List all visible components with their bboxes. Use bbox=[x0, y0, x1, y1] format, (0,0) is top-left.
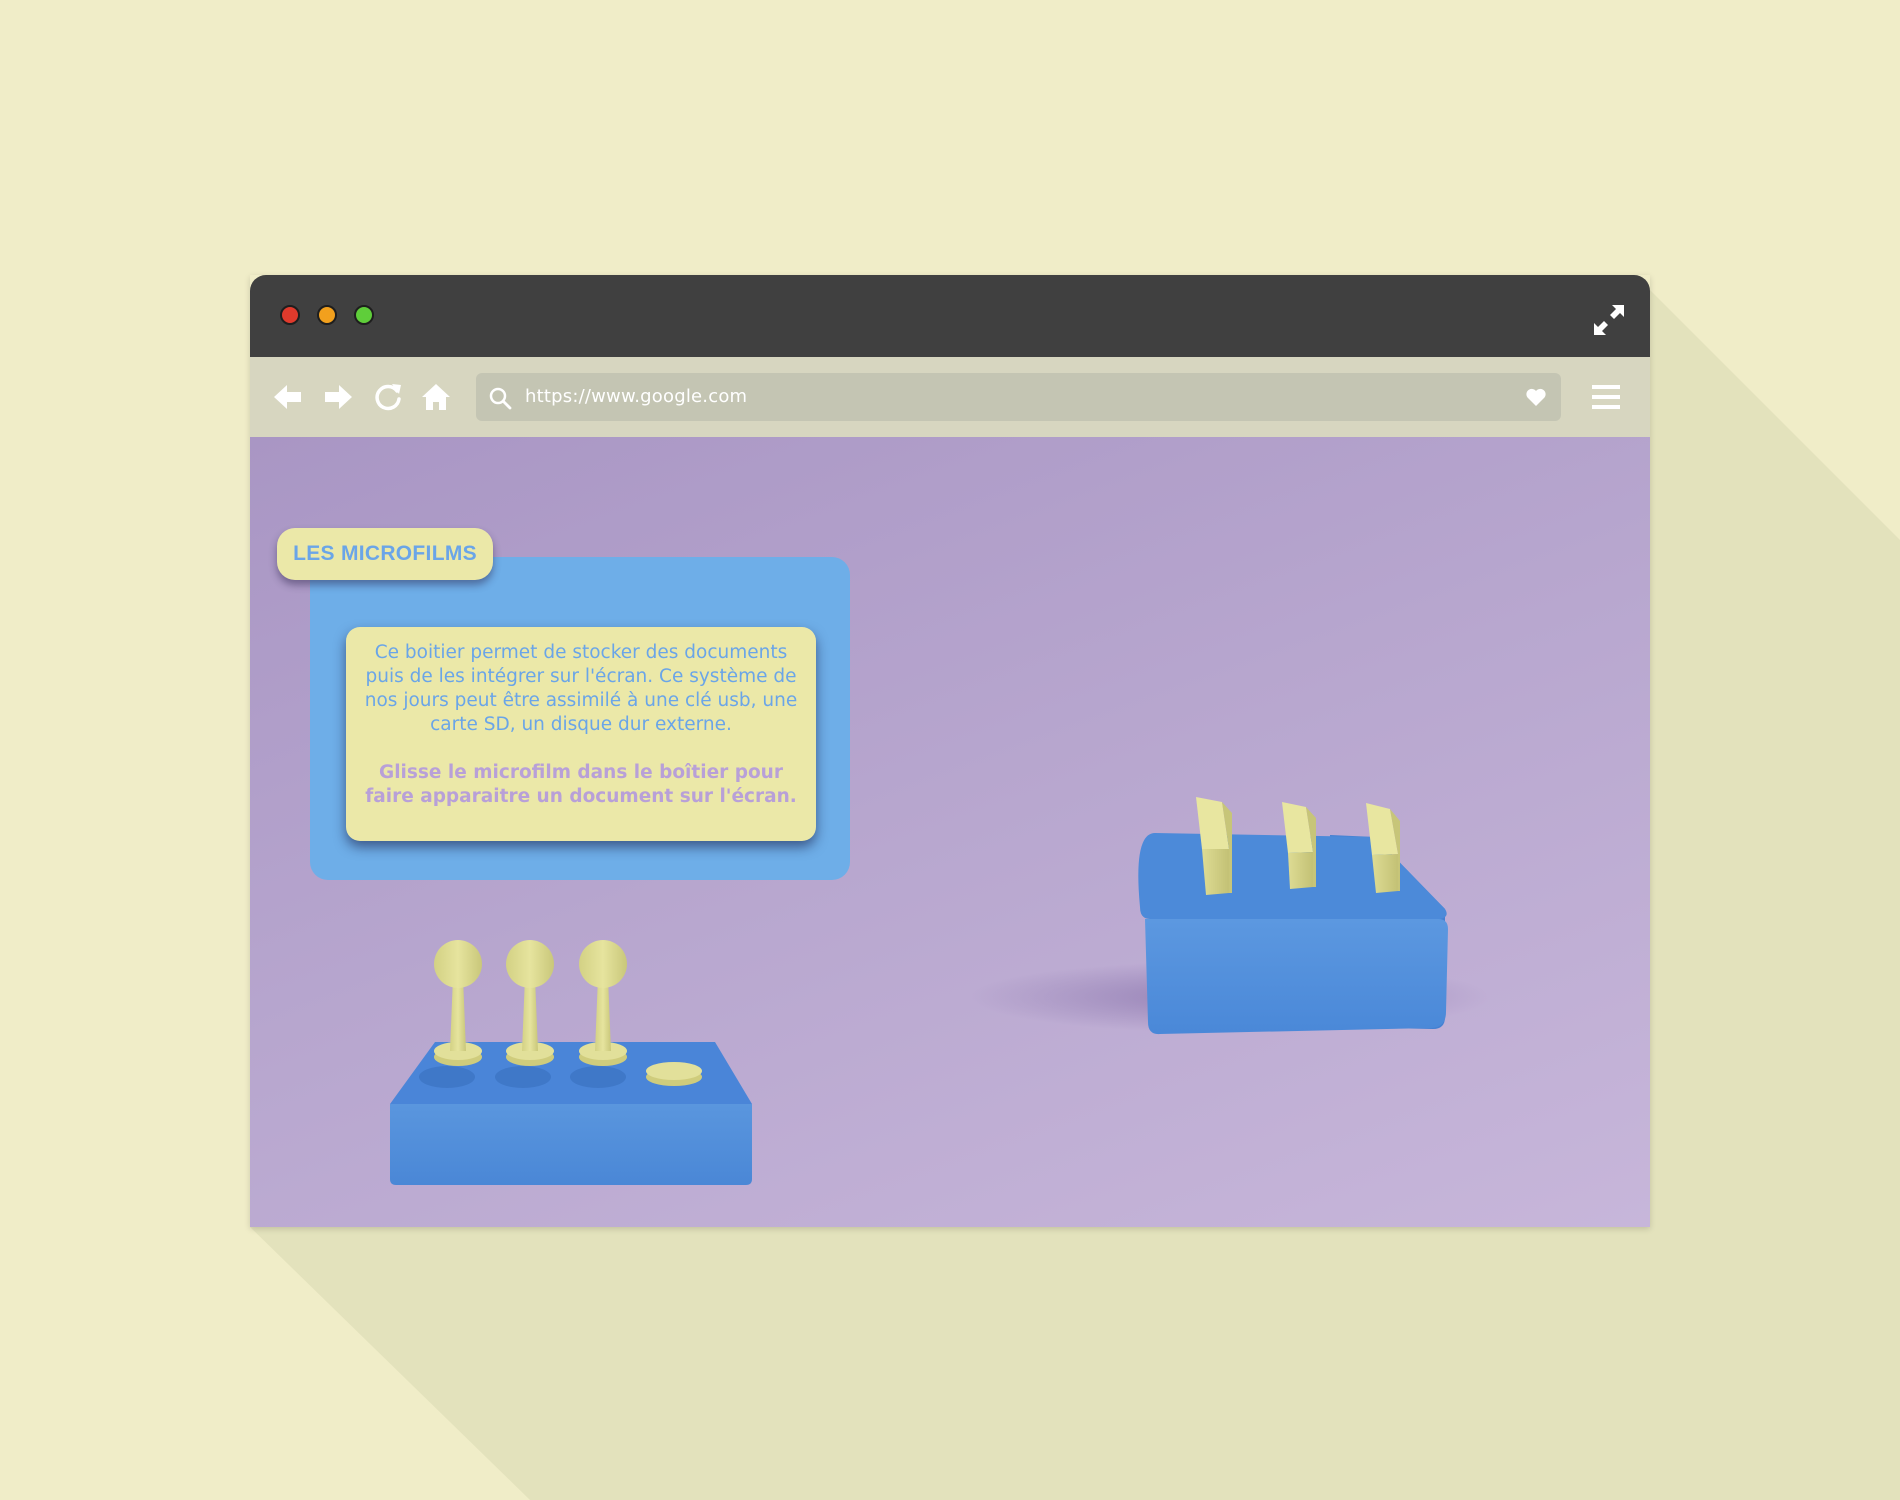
microfilm-reader-box[interactable] bbox=[850, 617, 1630, 1077]
microfilm-pin[interactable] bbox=[434, 940, 482, 1066]
minimize-button[interactable] bbox=[317, 305, 337, 325]
hamburger-menu-icon[interactable] bbox=[1592, 384, 1620, 410]
search-icon bbox=[489, 387, 512, 410]
description-text: Ce boitier permet de stocker des documen… bbox=[364, 642, 798, 735]
description-card: Ce boitier permet de stocker des documen… bbox=[346, 627, 816, 841]
title-bar bbox=[250, 275, 1650, 357]
heart-icon[interactable] bbox=[1525, 387, 1547, 407]
section-title-tag: LES MICROFILMS bbox=[277, 528, 493, 580]
browser-window: https://www.google.com LES MICROFILMS Ce… bbox=[250, 275, 1650, 1227]
forward-arrow-icon[interactable] bbox=[322, 381, 354, 413]
microfilm-holder[interactable] bbox=[390, 927, 770, 1202]
home-icon[interactable] bbox=[420, 381, 452, 413]
instruction-text: Glisse le microfilm dans le boîtier pour… bbox=[365, 762, 797, 807]
browser-toolbar: https://www.google.com bbox=[250, 357, 1650, 437]
back-arrow-icon[interactable] bbox=[272, 381, 304, 413]
microfilm-pin[interactable] bbox=[579, 940, 627, 1066]
close-button[interactable] bbox=[280, 305, 300, 325]
maximize-button[interactable] bbox=[354, 305, 374, 325]
url-text: https://www.google.com bbox=[525, 386, 748, 407]
microfilm-pin[interactable] bbox=[506, 940, 554, 1066]
reload-icon[interactable] bbox=[372, 381, 404, 413]
page-content: LES MICROFILMS Ce boitier permet de stoc… bbox=[250, 437, 1650, 1227]
address-bar[interactable]: https://www.google.com bbox=[476, 373, 1561, 421]
expand-icon[interactable] bbox=[1592, 303, 1626, 337]
